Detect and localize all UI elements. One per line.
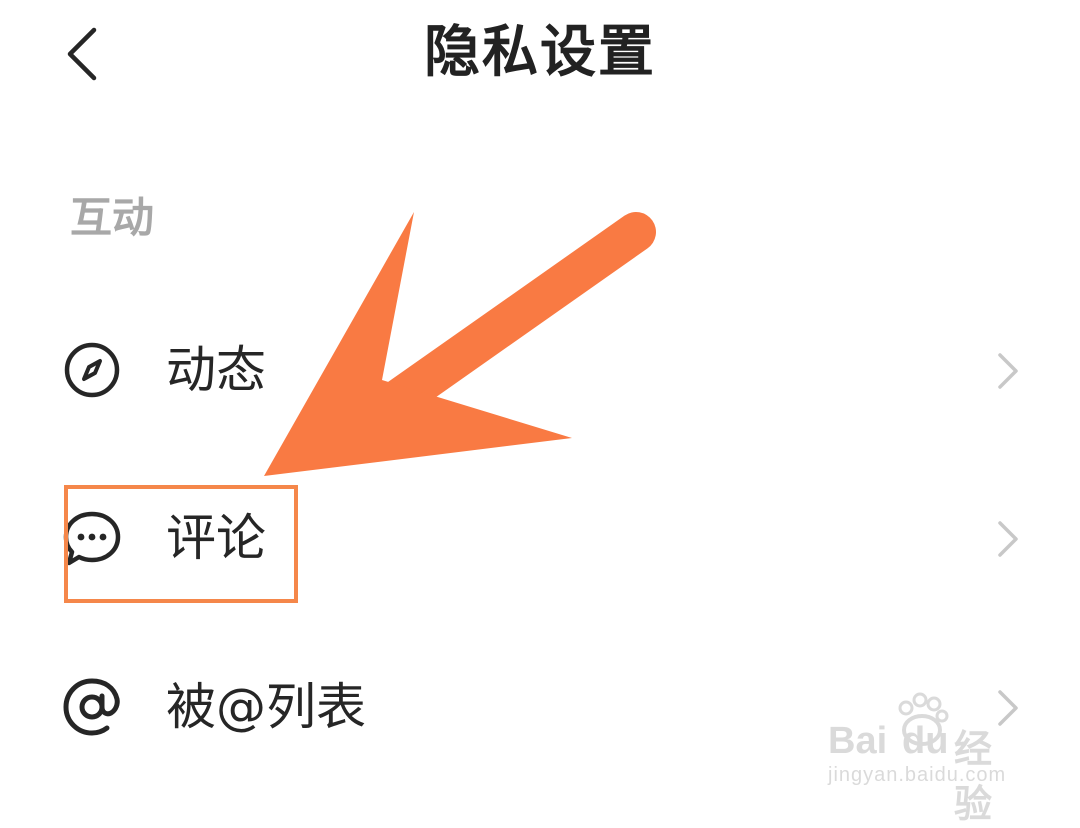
- settings-item-label: 动态: [166, 341, 266, 399]
- highlight-box: [64, 485, 298, 603]
- page-title: 隐私设置: [424, 20, 656, 85]
- chevron-right-icon: [998, 353, 1018, 389]
- settings-item-moments[interactable]: 动态: [0, 308, 1080, 428]
- watermark-url: jingyan.baidu.com: [828, 764, 1007, 786]
- watermark-brand: Bai: [828, 720, 888, 762]
- top-bar: 隐私设置: [0, 0, 1080, 110]
- baidu-watermark: Bai du 经验 jingyan.baidu.com: [826, 690, 1026, 826]
- at-sign-icon: [63, 678, 120, 736]
- chevron-right-icon: [998, 521, 1018, 557]
- settings-item-label: 被@列表: [166, 678, 366, 736]
- watermark-brand-du: du: [902, 720, 949, 762]
- section-title: 互动: [70, 193, 155, 242]
- compass-icon: [64, 342, 120, 398]
